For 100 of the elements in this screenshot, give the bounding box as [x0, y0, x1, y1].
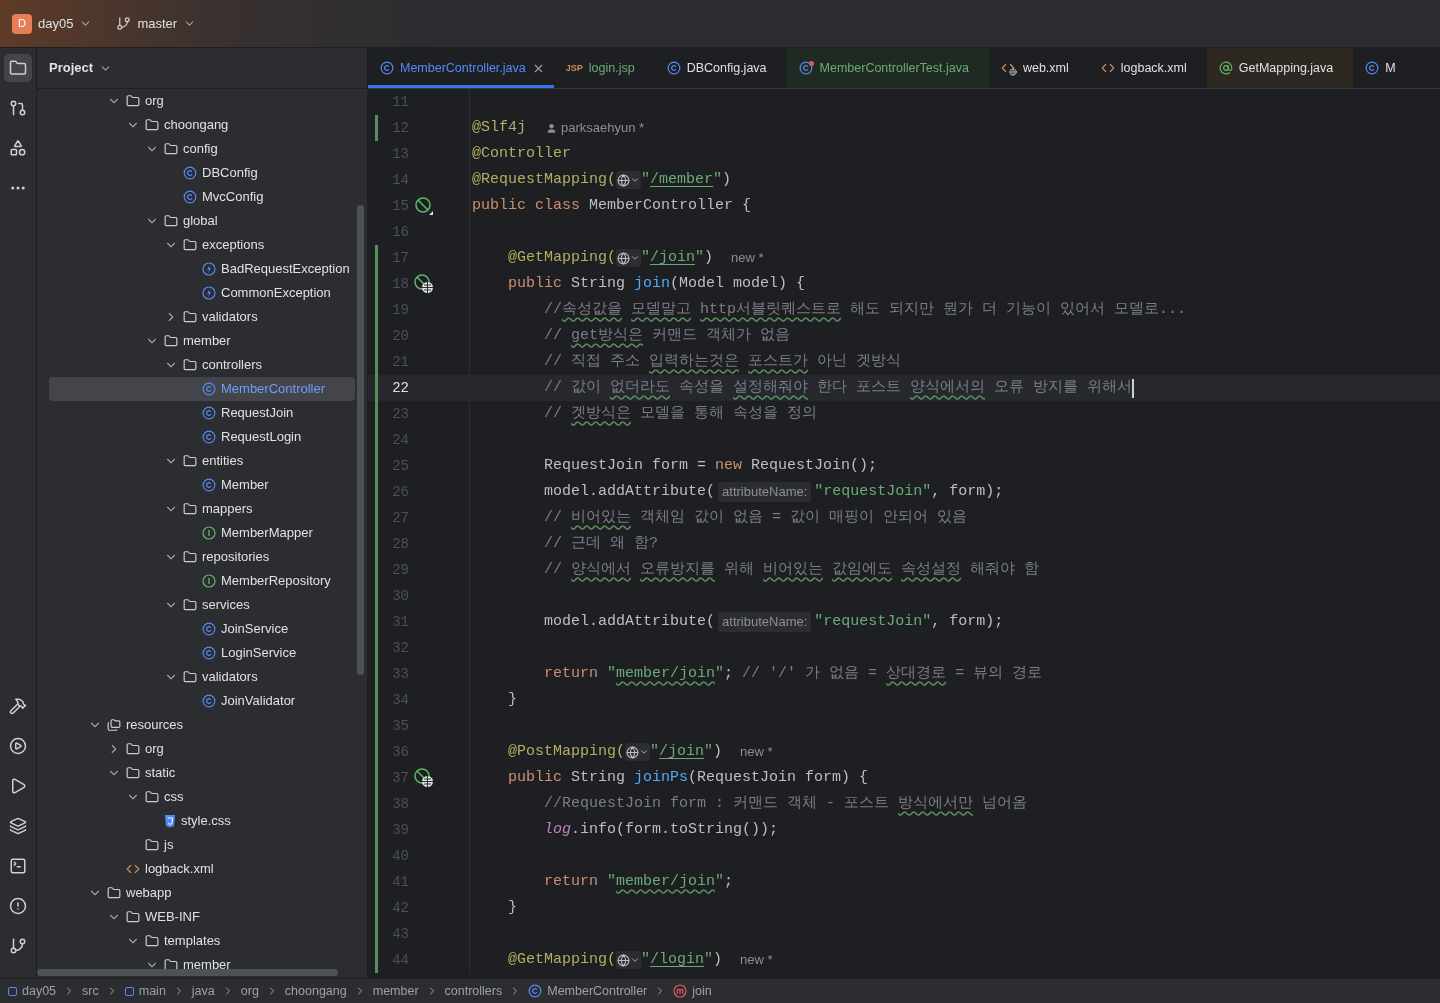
tree-item[interactable]: JoinValidator	[49, 689, 355, 713]
tree-item[interactable]: WEB-INF	[49, 905, 355, 929]
tree-item[interactable]: global	[49, 209, 355, 233]
code-text: "/join")	[650, 741, 723, 762]
tree-item[interactable]: MvcConfig	[49, 185, 355, 209]
circle-c-icon	[202, 430, 216, 444]
tree-item[interactable]: RequestJoin	[49, 401, 355, 425]
folder-icon	[183, 310, 197, 324]
folder-icon	[183, 550, 197, 564]
bean-icon[interactable]	[414, 196, 434, 216]
breadcrumb[interactable]: MemberController	[528, 981, 648, 1001]
code-text: "/login")	[641, 949, 723, 970]
tree-item[interactable]: MemberMapper	[49, 521, 355, 545]
editor-tab[interactable]: MemberControllerTest.java	[786, 48, 989, 88]
breadcrumb[interactable]: day05	[8, 981, 57, 1001]
tree-item[interactable]: mappers	[49, 497, 355, 521]
square-icon	[8, 986, 17, 996]
breadcrumb[interactable]: main	[124, 981, 166, 1001]
tree-item[interactable]: org	[49, 89, 355, 113]
code-text: //속성값을 모델말고 http서블릿퀘스트로 해도 되지만 뭔가 더 기능이 있어서 모델로...	[543, 299, 1187, 320]
tree-item[interactable]: entities	[49, 449, 355, 473]
tree-item[interactable]: MemberController	[49, 377, 355, 401]
breadcrumb[interactable]: controllers	[444, 981, 503, 1001]
tree-item[interactable]: static	[49, 761, 355, 785]
person-icon	[546, 122, 557, 134]
code-text: return "member/join";	[543, 871, 734, 892]
globe-icon[interactable]	[616, 171, 642, 189]
folder-icon[interactable]	[4, 54, 32, 82]
bean-globe-icon[interactable]	[414, 274, 434, 294]
code-text: // get방식은 커맨드 객체가 없음	[543, 325, 791, 346]
code-text: // 직접 주소 입력하는것은 포스트가 아닌 겟방식	[543, 351, 902, 372]
scrollbar[interactable]	[357, 205, 364, 675]
circle-c-icon	[1365, 61, 1380, 75]
jsp-icon: JSP	[565, 63, 583, 73]
branch-icon	[116, 16, 132, 31]
circle-i-icon	[202, 526, 216, 540]
circle-m-icon	[673, 984, 688, 998]
folder-icon	[164, 214, 178, 228]
circle-c-icon	[798, 60, 814, 76]
tree-item[interactable]: BadRequestException	[49, 257, 355, 281]
bean-globe-icon[interactable]	[414, 768, 434, 788]
tree-item[interactable]: logback.xml	[49, 857, 355, 881]
editor-tab[interactable]: logback.xml	[1088, 48, 1207, 88]
breadcrumb[interactable]: org	[240, 981, 259, 1001]
breadcrumb[interactable]: src	[82, 981, 99, 1001]
tree-item[interactable]: style.css	[49, 809, 355, 833]
tree-item[interactable]: CommonException	[49, 281, 355, 305]
code-text: log.info(form.toString());	[543, 819, 779, 840]
tree-item[interactable]: services	[49, 593, 355, 617]
tree-item[interactable]: MemberRepository	[49, 569, 355, 593]
breadcrumb[interactable]: member	[372, 981, 419, 1001]
project-selector[interactable]: D day05	[12, 13, 93, 34]
tree-item[interactable]: JoinService	[49, 617, 355, 641]
tree-item[interactable]: webapp	[49, 881, 355, 905]
breadcrumb[interactable]: join	[673, 981, 712, 1001]
tree-item[interactable]: templates	[49, 929, 355, 953]
tree-item[interactable]: repositories	[49, 545, 355, 569]
tree-item[interactable]: resources	[49, 713, 355, 737]
panel-title[interactable]: Project	[49, 58, 113, 78]
code-text: public String joinPs(RequestJoin form) {	[507, 767, 869, 788]
folder-icon	[126, 910, 140, 924]
editor-tab[interactable]: MemberController.java	[368, 48, 554, 88]
tree-item[interactable]: controllers	[49, 353, 355, 377]
tree-item[interactable]: DBConfig	[49, 161, 355, 185]
tree-item[interactable]: member	[49, 953, 355, 977]
tree-item[interactable]: org	[49, 737, 355, 761]
globe-icon[interactable]	[616, 249, 642, 267]
editor-tab[interactable]: GetMapping.java	[1206, 48, 1354, 88]
breadcrumb[interactable]: java	[191, 981, 215, 1001]
editor-tab[interactable]: JSP login.jsp	[553, 48, 655, 88]
tree-item[interactable]: LoginService	[49, 641, 355, 665]
tree-item[interactable]: css	[49, 785, 355, 809]
editor-tab[interactable]: web.xml	[988, 48, 1089, 88]
circle-c-icon	[202, 622, 216, 636]
tree-item[interactable]: choongang	[49, 113, 355, 137]
code-text: model.addAttribute(	[543, 611, 716, 632]
circle-c-icon	[666, 61, 681, 75]
editor-tab[interactable]: DBConfig.java	[654, 48, 787, 88]
tree-item[interactable]: config	[49, 137, 355, 161]
circle-c-icon	[202, 694, 216, 708]
tree-item[interactable]: RequestLogin	[49, 425, 355, 449]
breadcrumb[interactable]: choongang	[284, 981, 347, 1001]
code-text: "requestJoin", form);	[814, 611, 1004, 632]
shield-icon	[164, 814, 176, 828]
tree-item[interactable]: validators	[49, 305, 355, 329]
tree-item[interactable]: validators	[49, 665, 355, 689]
editor-tab[interactable]: M	[1353, 48, 1416, 88]
branch-selector[interactable]: master	[116, 13, 197, 34]
code-text: return "member/join"; // '/' 가 없음 = 상대경로 = 뷰의 경로	[543, 663, 1043, 684]
tree-item[interactable]: js	[49, 833, 355, 857]
folder-icon	[183, 358, 197, 372]
tree-item[interactable]: Member	[49, 473, 355, 497]
tree-item[interactable]: exceptions	[49, 233, 355, 257]
folder-icon	[164, 334, 178, 348]
scrollbar[interactable]	[37, 969, 338, 976]
globe-icon[interactable]	[625, 743, 651, 761]
square-icon	[124, 986, 134, 996]
globe-icon[interactable]	[616, 951, 642, 969]
tree-item[interactable]: member	[49, 329, 355, 353]
folder-icon	[126, 766, 140, 780]
